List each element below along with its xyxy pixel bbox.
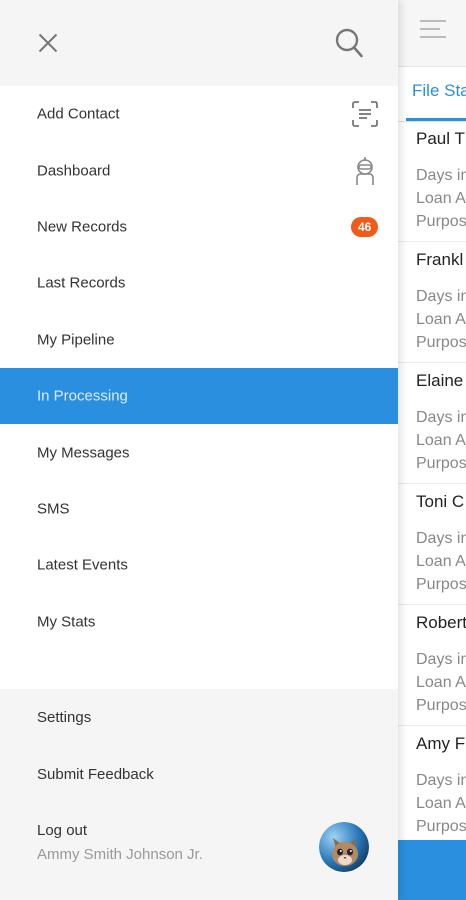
bg-record-name: Paul T [416,129,465,148]
menu-item-sms[interactable]: SMS [0,481,398,537]
navigation-drawer: Add Contact Dashboard New Records 46 Las… [0,0,398,900]
submit-feedback-link[interactable]: Submit Feedback [37,766,154,783]
menu-item-new-records[interactable]: New Records 46 [0,199,398,255]
menu-item-add-contact[interactable]: Add Contact [0,86,398,142]
bg-footer-bar[interactable] [398,840,466,900]
bg-header [398,0,466,67]
menu-item-my-messages[interactable]: My Messages [0,424,398,480]
menu-item-label: My Pipeline [37,331,115,349]
menu-item-my-pipeline[interactable]: My Pipeline [0,312,398,368]
menu-item-label: Last Records [37,274,126,292]
scan-card-icon[interactable] [350,99,380,129]
bg-record-loan: Loan A [416,553,466,570]
menu-item-last-records[interactable]: Last Records [0,255,398,311]
bg-record-loan: Loan A [416,311,466,328]
bg-record-name: Toni C [416,492,465,511]
new-records-count-badge: 46 [351,216,379,237]
menu-item-label: In Processing [37,387,128,405]
bg-tab-file-status[interactable]: File Sta [412,81,466,101]
bg-tab-bar: File Sta [398,67,466,122]
close-icon[interactable] [38,33,58,53]
logout-link[interactable]: Log out [37,822,87,839]
bg-record-days: Days in [416,772,466,789]
drawer-menu: Add Contact Dashboard New Records 46 Las… [0,86,398,689]
menu-item-label: My Stats [37,613,96,631]
background-app: File Sta Paul T Days in Loan A Purpos Fr… [398,0,466,900]
bg-record-days: Days in [416,409,466,426]
bg-record[interactable]: Robert Days in Loan A Purpos [398,605,466,726]
bg-record-list: Paul T Days in Loan A Purpos Frankl Days… [398,121,466,847]
bg-record-purpose: Purpos [416,576,466,593]
bg-record[interactable]: Toni C Days in Loan A Purpos [398,484,466,605]
bg-record[interactable]: Frankl Days in Loan A Purpos [398,242,466,363]
menu-item-label: New Records [37,218,128,236]
search-icon[interactable] [335,28,363,58]
bg-record-name: Frankl [416,250,464,269]
settings-section: Settings Submit Feedback Log out Ammy Sm… [0,689,398,885]
menu-item-label: Dashboard [37,162,111,180]
bg-record-days: Days in [416,288,466,305]
user-name: Ammy Smith Johnson Jr. [37,846,203,863]
bg-record-purpose: Purpos [416,818,466,835]
bg-record-days: Days in [416,651,466,668]
menu-item-latest-events[interactable]: Latest Events [0,537,398,593]
menu-item-label: Latest Events [37,556,128,574]
bg-record-purpose: Purpos [416,455,466,472]
bg-record-name: Amy F [416,734,466,753]
menu-item-label: Add Contact [37,105,120,123]
bg-record-purpose: Purpos [416,697,466,714]
bg-record-loan: Loan A [416,432,466,449]
bg-record-name: Robert [416,613,466,632]
bg-record[interactable]: Paul T Days in Loan A Purpos [398,121,466,242]
menu-item-dashboard[interactable]: Dashboard [0,142,398,198]
menu-item-label: My Messages [37,444,130,462]
bg-record-purpose: Purpos [416,213,466,230]
settings-link[interactable]: Settings [37,709,91,726]
bg-record-loan: Loan A [416,795,466,812]
menu-item-in-processing[interactable]: In Processing [0,367,398,425]
menu-item-my-stats[interactable]: My Stats [0,594,398,650]
bg-record-purpose: Purpos [416,334,466,351]
hamburger-icon[interactable] [420,20,446,38]
bg-record-loan: Loan A [416,190,466,207]
bg-record-name: Elaine [416,371,464,390]
drawer-bottom [0,885,398,900]
bg-record-days: Days in [416,530,466,547]
avatar[interactable] [319,822,369,872]
bg-record-loan: Loan A [416,674,466,691]
bg-record[interactable]: Elaine Days in Loan A Purpos [398,363,466,484]
menu-item-label: SMS [37,500,70,518]
robot-icon [356,156,374,185]
bg-record[interactable]: Amy F Days in Loan A Purpos [398,726,466,847]
drawer-header [0,0,398,86]
bg-record-days: Days in [416,167,466,184]
